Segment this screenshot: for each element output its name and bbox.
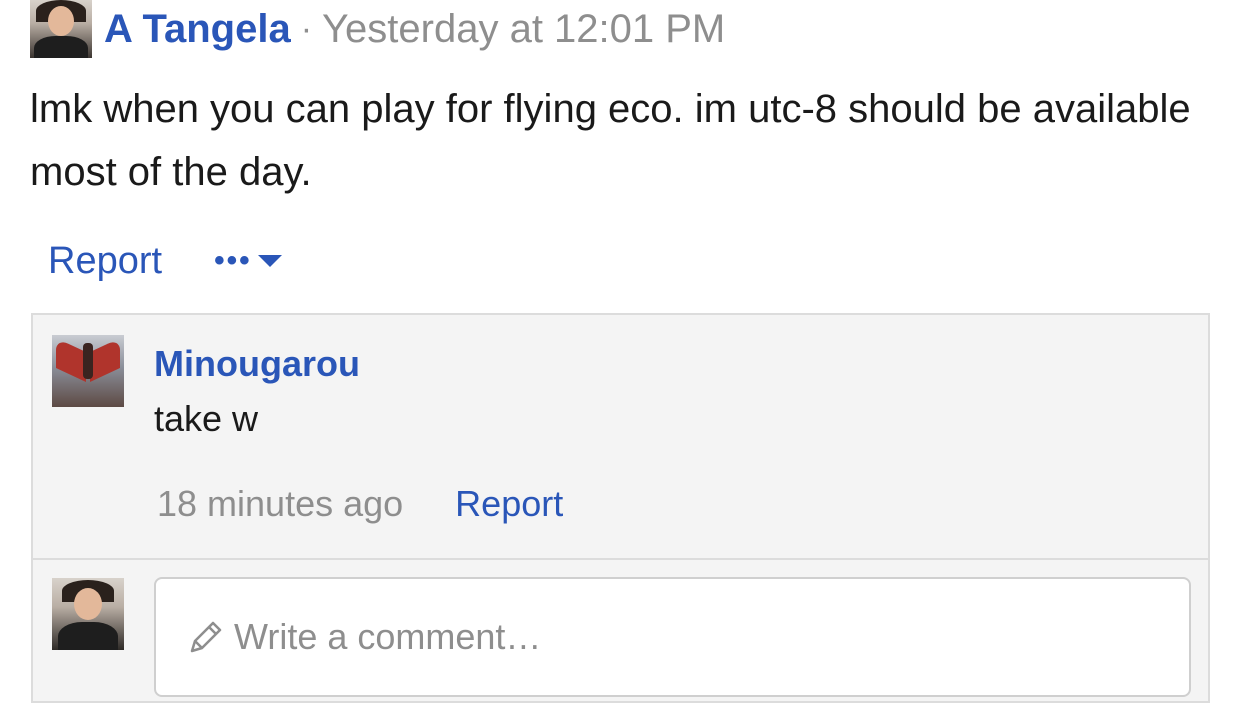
more-dots-icon: ••• bbox=[214, 244, 252, 277]
reply-timestamp[interactable]: 18 minutes ago bbox=[157, 483, 403, 525]
header-separator: · bbox=[300, 9, 313, 48]
caret-down-icon bbox=[257, 255, 282, 267]
reply-report-link[interactable]: Report bbox=[455, 483, 563, 525]
report-link[interactable]: Report bbox=[48, 240, 162, 283]
current-user-avatar bbox=[52, 578, 124, 650]
comment-input[interactable]: Write a comment… bbox=[154, 577, 1191, 697]
post-body: lmk when you can play for flying eco. im… bbox=[30, 87, 1191, 194]
reply-meta: 18 minutes ago Report bbox=[157, 483, 563, 525]
author-avatar[interactable] bbox=[30, 0, 92, 58]
more-options-button[interactable]: ••• bbox=[214, 246, 282, 276]
comments-panel: Minougarou take w 18 minutes ago Report … bbox=[31, 313, 1210, 703]
post-author-link[interactable]: A Tangela bbox=[104, 7, 291, 52]
reply-author-link[interactable]: Minougarou bbox=[154, 343, 360, 385]
divider bbox=[33, 558, 1208, 560]
post-header: A Tangela · Yesterday at 12:01 PM bbox=[30, 0, 725, 58]
reply-avatar[interactable] bbox=[52, 335, 124, 407]
comment-placeholder: Write a comment… bbox=[234, 616, 542, 657]
reply-text: take w bbox=[154, 398, 259, 439]
post-actions: Report ••• bbox=[48, 236, 282, 286]
post-timestamp[interactable]: Yesterday at 12:01 PM bbox=[322, 7, 725, 52]
pencil-icon bbox=[190, 621, 222, 653]
